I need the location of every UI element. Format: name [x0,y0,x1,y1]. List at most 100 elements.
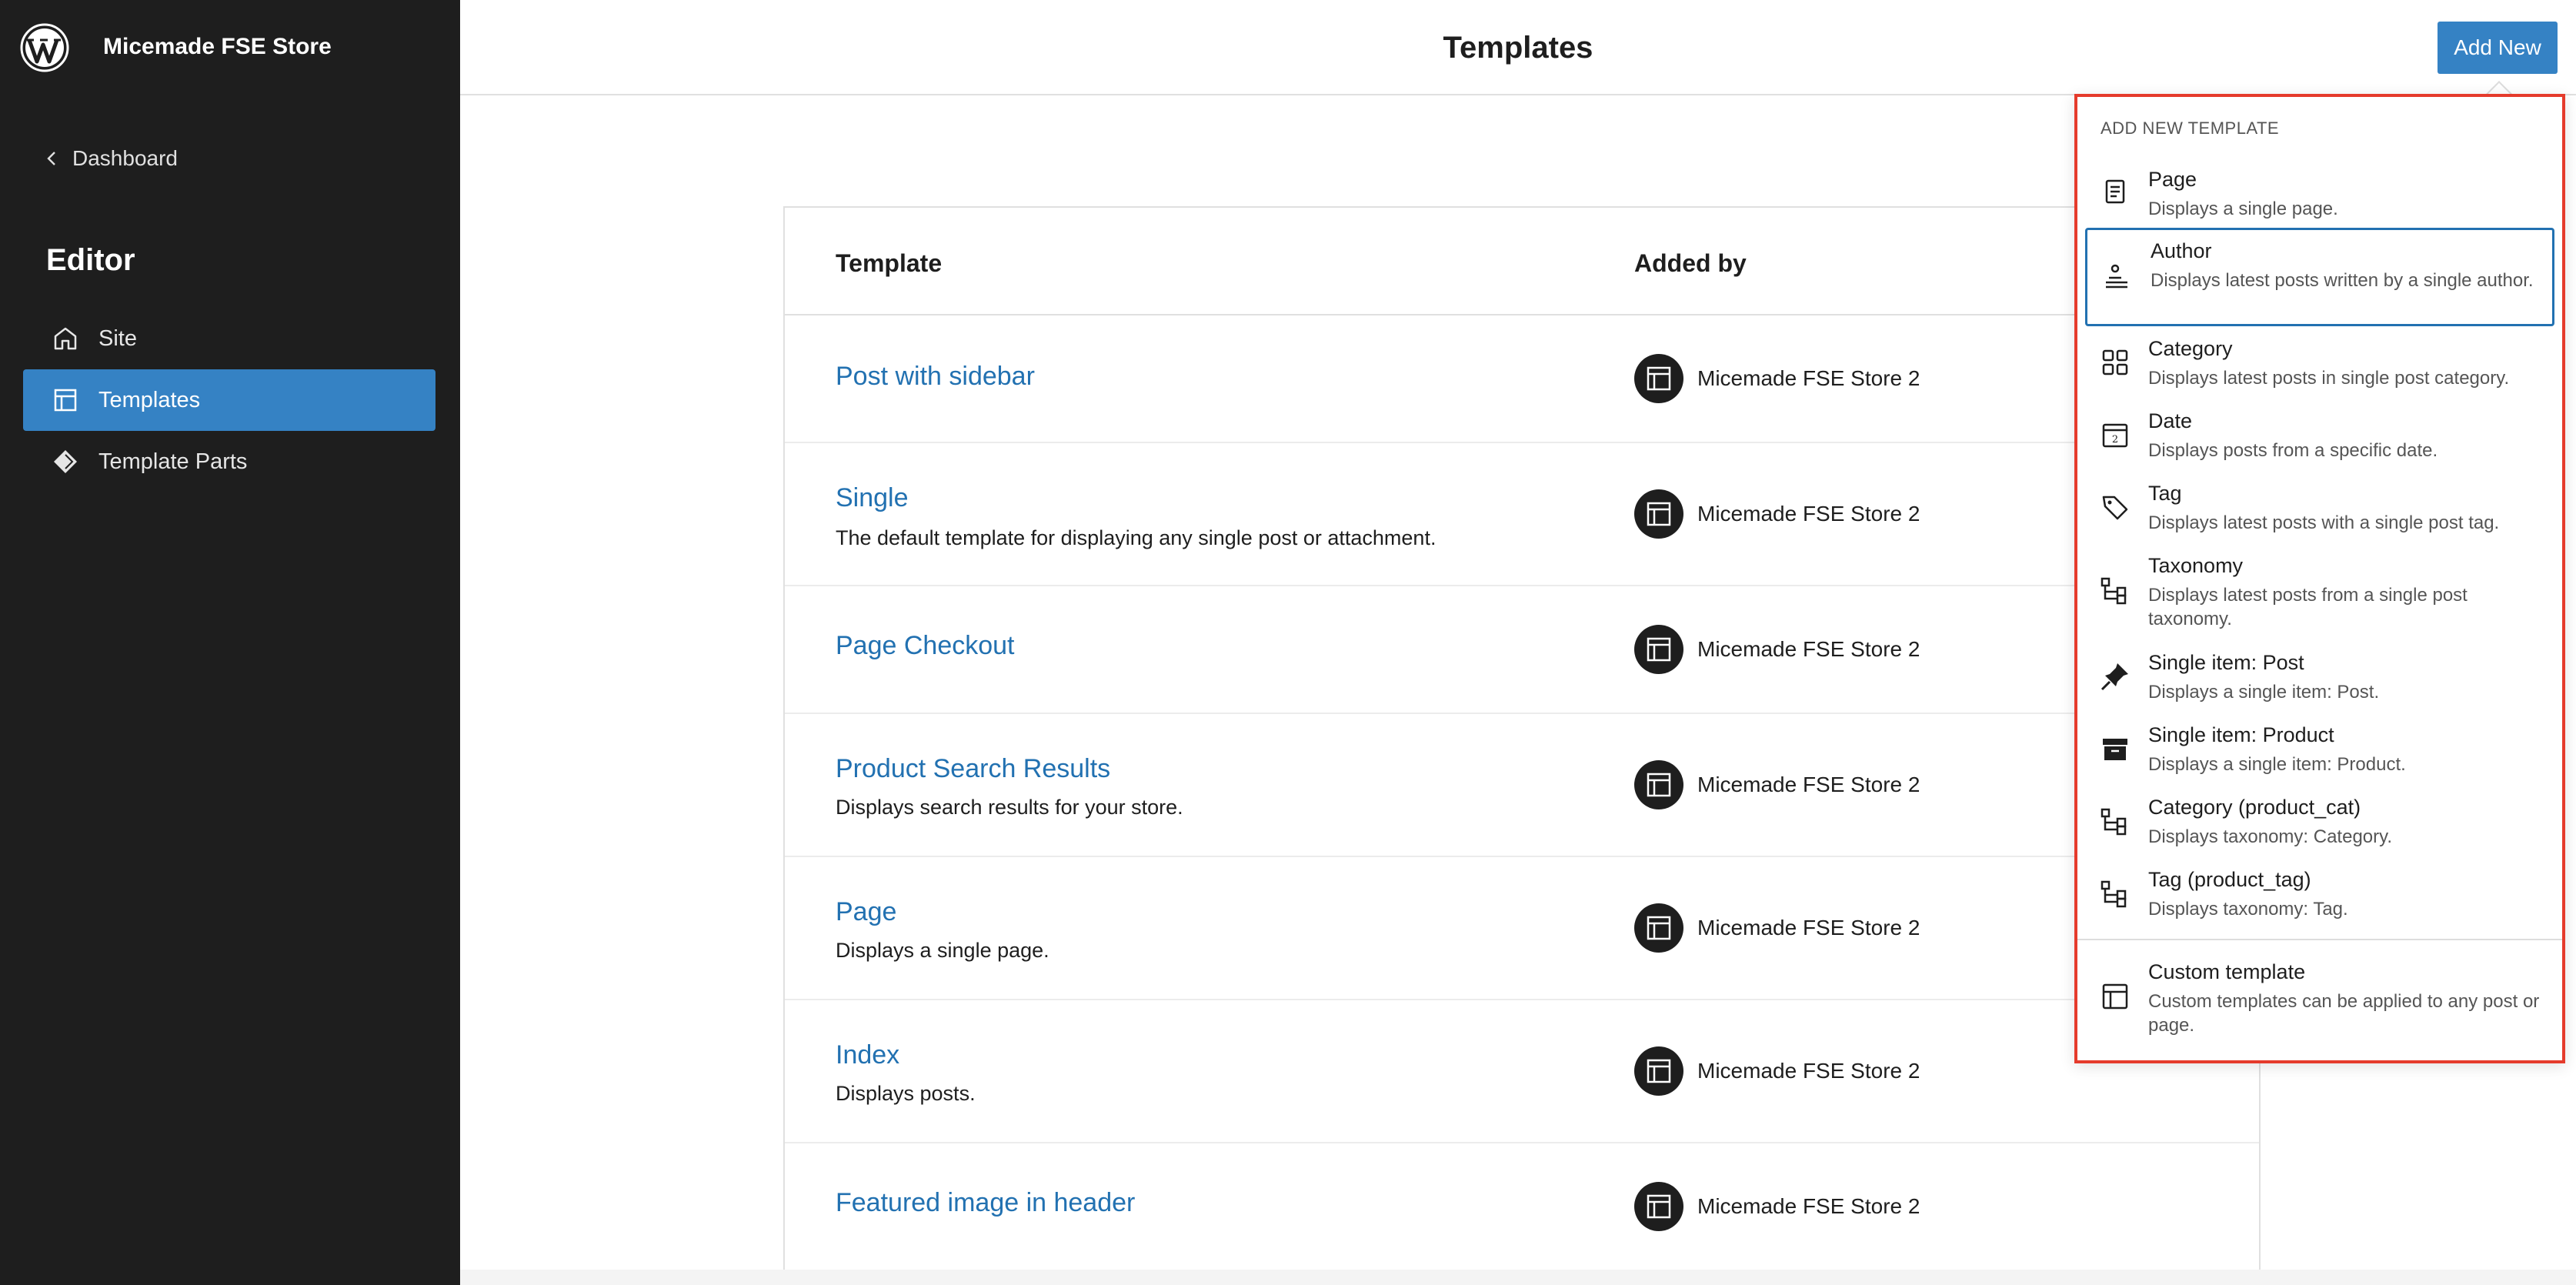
popover-heading: ADD NEW TEMPLATE [2101,118,2280,138]
option-description: Displays latest posts from a single post… [2148,585,2468,629]
layout-icon [1647,502,1671,526]
template-title-link[interactable]: Featured image in header [836,1188,1135,1218]
template-title-link[interactable]: Page [836,897,896,927]
option-title: Taxonomy [2148,554,2244,577]
column-header-added-by: Added by [1634,249,1747,277]
taxonomy-icon [2101,808,2127,836]
template-title-link[interactable]: Post with sidebar [836,362,1035,392]
taxonomy-icon [2101,880,2127,908]
tag-icon [2102,496,2128,520]
template-option-single-product[interactable]: Single item: Product Displays a single i… [2085,716,2554,785]
popover-divider [2077,939,2562,940]
added-by-name: Micemade FSE Store 2 [1697,1059,1920,1083]
author-avatar [1634,354,1683,403]
option-description: Displays latest posts in single post cat… [2148,368,2510,389]
added-by-name: Micemade FSE Store 2 [1697,1194,1920,1218]
sidebar-item-site[interactable]: Site [23,308,435,369]
dashboard-back-link[interactable]: Dashboard [43,145,178,172]
taxonomy-icon [2101,577,2127,605]
added-by: Micemade FSE Store 2 [1634,625,1920,674]
site-name: Micemade FSE Store [103,34,332,59]
table-row: Page Displays a single page. Micemade FS… [785,857,2259,1000]
template-option-product-tag[interactable]: Tag (product_tag) Displays taxonomy: Tag… [2085,860,2554,930]
template-option-tag[interactable]: Tag Displays latest posts with a single … [2085,474,2554,543]
option-title: Tag [2148,482,2182,505]
layout-icon [54,389,77,412]
wordpress-logo-icon[interactable] [20,23,69,72]
template-description: Displays search results for your store. [836,796,1183,819]
archive-icon [2103,739,2127,760]
added-by: Micemade FSE Store 2 [1634,1046,1920,1096]
sidebar-item-templates[interactable]: Templates [23,369,435,431]
sidebar-item-label: Template Parts [98,449,248,474]
option-title: Date [2148,409,2193,432]
layout-icon [1647,366,1671,391]
table-row: Index Displays posts. Micemade FSE Store… [785,1000,2259,1143]
category-icon [2102,349,2128,375]
template-description: The default template for displaying any … [836,526,1436,549]
author-avatar [1634,903,1683,953]
layout-icon [1647,1059,1671,1083]
author-icon [2106,264,2127,289]
option-description: Displays a single item: Post. [2148,682,2380,703]
calendar-icon: 2 [2102,423,2128,448]
option-title: Single item: Product [2148,723,2334,746]
template-option-single-post[interactable]: Single item: Post Displays a single item… [2085,643,2554,713]
add-new-template-popover: ADD NEW TEMPLATE Page Displays a single … [2074,94,2565,1063]
sidebar-item-label: Templates [98,387,201,412]
option-title: Category (product_cat) [2148,796,2361,819]
layout-icon [1647,773,1671,797]
added-by: Micemade FSE Store 2 [1634,760,1920,809]
page-icon [2105,179,2125,204]
option-title: Tag (product_tag) [2148,868,2311,891]
column-header-template: Template [836,249,943,277]
template-title-link[interactable]: Single [836,483,909,513]
sidebar-item-template-parts[interactable]: Template Parts [23,431,435,492]
horizontal-scrollbar[interactable] [460,1270,2576,1285]
option-description: Displays latest posts written by a singl… [2151,270,2534,291]
page-title: Templates [1443,31,1593,65]
added-by-name: Micemade FSE Store 2 [1697,502,1920,526]
template-option-product-cat[interactable]: Category (product_cat) Displays taxonomy… [2085,788,2554,857]
table-row: Product Search Results Displays search r… [785,714,2259,857]
author-avatar [1634,760,1683,809]
template-option-custom[interactable]: Custom template Custom templates can be … [2085,953,2554,1051]
added-by: Micemade FSE Store 2 [1634,489,1920,539]
add-new-button[interactable]: Add New [2438,22,2558,74]
table-header: Template Added by [785,208,2259,315]
author-avatar [1634,489,1683,539]
template-option-author[interactable]: Author Displays latest posts written by … [2085,228,2554,326]
option-title: Page [2148,168,2197,191]
svg-text:2: 2 [2112,434,2118,446]
option-description: Displays a single page. [2148,199,2338,219]
author-avatar [1634,1046,1683,1096]
option-description: Displays taxonomy: Category. [2148,826,2393,847]
option-description: Custom templates can be applied to any p… [2148,991,2540,1036]
author-avatar [1634,625,1683,674]
template-option-date[interactable]: 2 Date Displays posts from a specific da… [2085,402,2554,471]
added-by-name: Micemade FSE Store 2 [1697,773,1920,796]
layout-icon [1647,637,1671,662]
template-option-category[interactable]: Category Displays latest posts in single… [2085,329,2554,399]
added-by-name: Micemade FSE Store 2 [1697,637,1920,661]
symbol-filled-icon [54,450,77,473]
chevron-left-icon [47,152,55,165]
option-title: Single item: Post [2148,651,2304,674]
sidebar: Micemade FSE Store Dashboard Editor Site… [0,0,460,1285]
author-avatar [1634,1182,1683,1231]
template-title-link[interactable]: Index [836,1040,899,1070]
option-title: Custom template [2148,960,2306,983]
option-description: Displays posts from a specific date. [2148,440,2438,461]
top-header: Templates Add New [460,0,2576,95]
template-option-taxonomy[interactable]: Taxonomy Displays latest posts from a si… [2085,546,2554,640]
layout-icon [2102,983,2128,1010]
added-by: Micemade FSE Store 2 [1634,1182,1920,1231]
table-row: Page Checkout Micemade FSE Store 2 [785,586,2259,714]
template-title-link[interactable]: Product Search Results [836,754,1110,784]
option-description: Displays a single item: Product. [2148,754,2406,775]
added-by-name: Micemade FSE Store 2 [1697,916,1920,940]
template-title-link[interactable]: Page Checkout [836,631,1015,661]
template-option-page[interactable]: Page Displays a single page. [2085,159,2554,226]
added-by: Micemade FSE Store 2 [1634,354,1920,403]
home-icon [54,327,77,350]
